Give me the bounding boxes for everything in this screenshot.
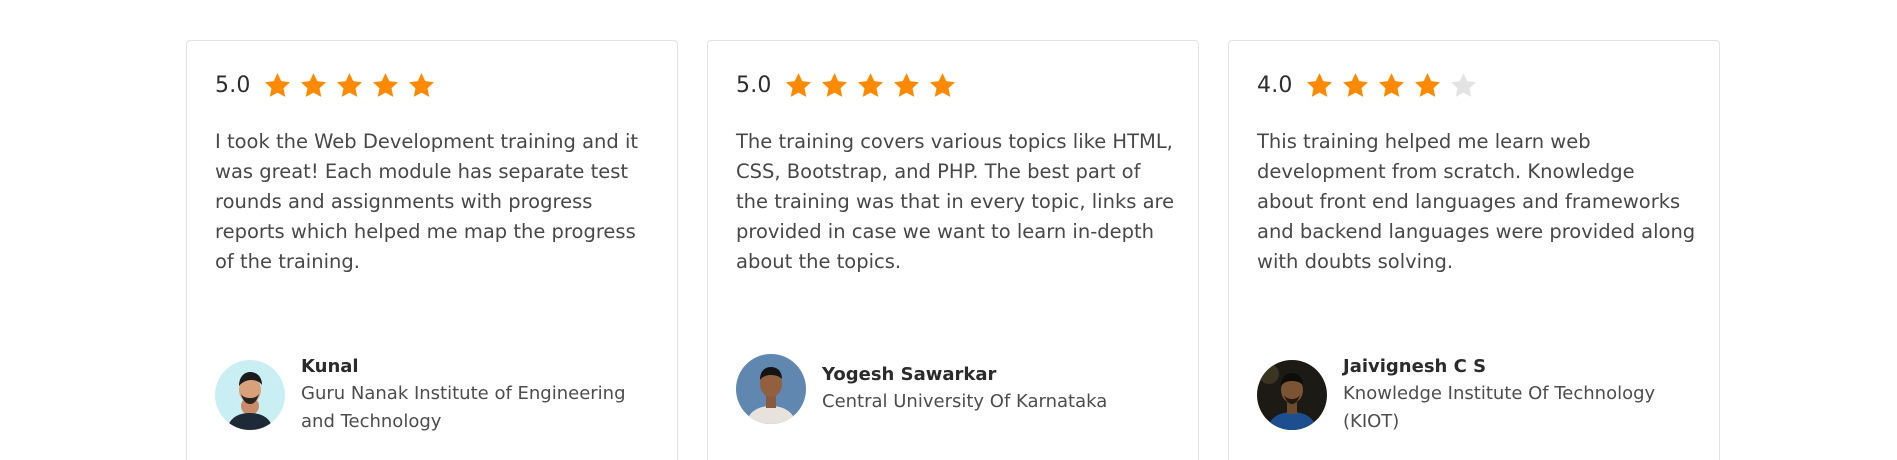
- rating-row: 5.0: [736, 71, 957, 100]
- review-author: Kunal Guru Nanak Institute of Engineerin…: [215, 354, 660, 436]
- review-card: 5.0 I took the Web Development training …: [186, 40, 678, 460]
- avatar: [215, 360, 285, 430]
- rating-row: 5.0: [215, 71, 436, 100]
- star-filled-icon: [821, 73, 847, 97]
- star-filled-icon: [336, 73, 362, 97]
- review-card: 5.0 The training covers various topics l…: [707, 40, 1199, 460]
- star-filled-icon: [264, 73, 290, 97]
- author-institution: Knowledge Institute Of Technology (KIOT): [1343, 383, 1656, 432]
- star-filled-icon: [1378, 73, 1404, 97]
- star-filled-icon: [300, 73, 326, 97]
- avatar: [1257, 360, 1327, 430]
- star-rating: [1305, 71, 1478, 100]
- star-filled-icon: [1414, 73, 1440, 97]
- star-filled-icon: [857, 73, 883, 97]
- person-avatar-icon: [215, 360, 285, 430]
- review-author: Jaivignesh C S Knowledge Institute Of Te…: [1257, 354, 1702, 436]
- author-institution: Central University Of Karnataka: [822, 391, 1108, 412]
- review-text: I took the Web Development training and …: [215, 130, 639, 273]
- star-rating: [263, 71, 436, 100]
- review-text: The training covers various topics like …: [736, 130, 1175, 273]
- author-institution: Guru Nanak Institute of Engineering and …: [301, 383, 626, 432]
- person-avatar-icon: [736, 354, 806, 424]
- person-avatar-icon: [1257, 360, 1327, 430]
- author-name: Yogesh Sawarkar: [822, 364, 997, 385]
- rating-value: 5.0: [215, 73, 251, 98]
- star-filled-icon: [1306, 73, 1332, 97]
- review-card: 4.0 This training helped me learn web de…: [1228, 40, 1720, 460]
- author-name: Jaivignesh C S: [1343, 356, 1487, 377]
- star-filled-icon: [785, 73, 811, 97]
- star-filled-icon: [408, 73, 434, 97]
- reviews-section: 5.0 I took the Web Development training …: [0, 0, 1897, 460]
- rating-value: 4.0: [1257, 73, 1293, 98]
- star-filled-icon: [1342, 73, 1368, 97]
- star-rating: [784, 71, 957, 100]
- star-filled-icon: [372, 73, 398, 97]
- author-name: Kunal: [301, 356, 359, 377]
- review-text: This training helped me learn web develo…: [1257, 130, 1696, 273]
- star-filled-icon: [893, 73, 919, 97]
- star-filled-icon: [929, 73, 955, 97]
- avatar: [736, 354, 806, 424]
- rating-row: 4.0: [1257, 71, 1478, 100]
- review-author: Yogesh Sawarkar Central University Of Ka…: [736, 354, 1181, 424]
- star-empty-icon: [1450, 73, 1476, 97]
- rating-value: 5.0: [736, 73, 772, 98]
